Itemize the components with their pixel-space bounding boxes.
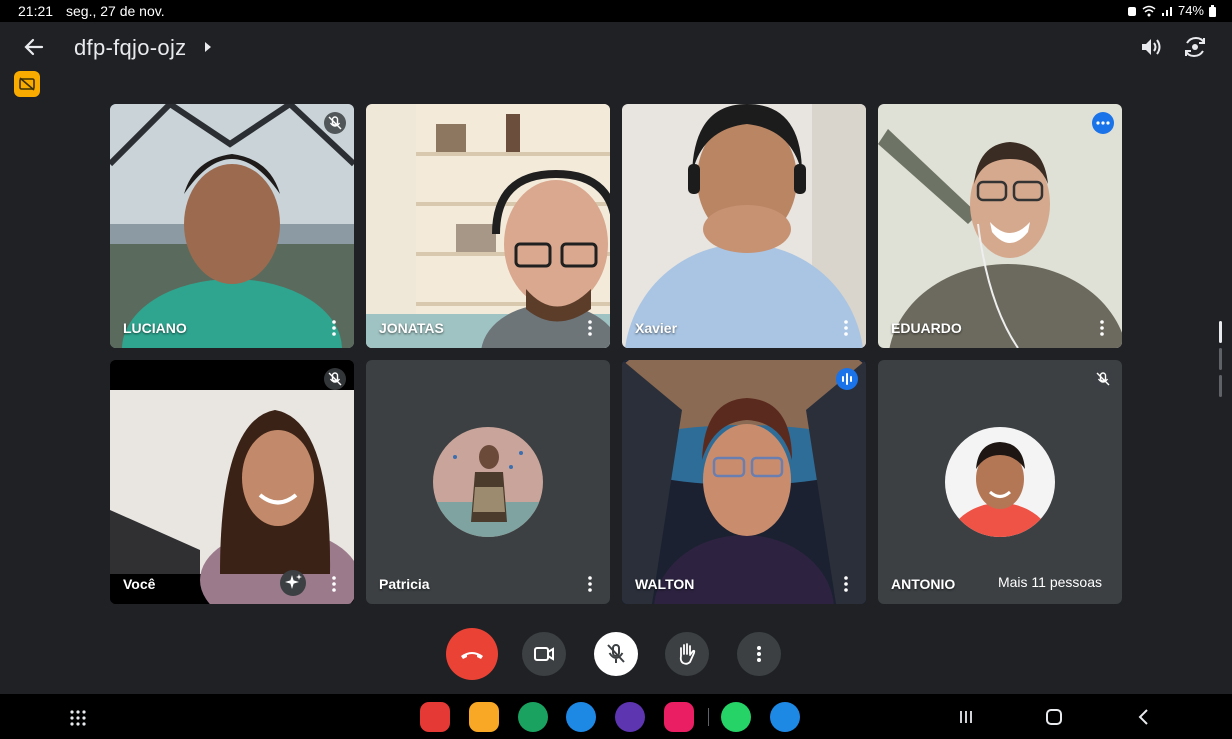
nav-back-icon[interactable] — [1137, 708, 1151, 726]
dock-separator — [708, 708, 709, 726]
mic-off-indicator — [324, 112, 346, 134]
page-indicator — [1219, 348, 1222, 370]
effects-button[interactable] — [280, 570, 306, 596]
more-people-button[interactable]: Mais 11 pessoas — [985, 568, 1114, 596]
page-indicator-active — [1219, 321, 1222, 343]
avatar — [945, 427, 1055, 537]
sparkle-icon — [285, 574, 302, 589]
phone-app-icon[interactable] — [518, 702, 548, 732]
avatar-image — [945, 427, 1055, 537]
participant-tile-self[interactable]: Você — [110, 360, 354, 604]
speaking-indicator — [836, 368, 858, 390]
participant-video — [622, 104, 866, 348]
mic-off-icon — [1096, 372, 1110, 386]
more-vert-icon[interactable] — [1092, 318, 1112, 338]
camera-app-icon[interactable] — [664, 702, 694, 732]
call-controls — [0, 628, 1232, 680]
audio-wave-icon — [842, 373, 852, 385]
battery-icon — [1209, 4, 1216, 17]
avatar — [433, 427, 543, 537]
status-bar: 21:21 seg., 27 de nov. 74% — [0, 0, 1232, 22]
participant-name: Xavier — [635, 320, 678, 336]
microphone-button[interactable] — [594, 632, 638, 676]
meeting-header: dfp-fqjo-ojz — [0, 22, 1232, 74]
mic-off-indicator — [324, 368, 346, 390]
captions-off-icon — [19, 77, 35, 91]
participant-video — [878, 104, 1122, 348]
participant-video — [622, 360, 866, 604]
status-right: 74% — [1127, 3, 1216, 18]
participant-video — [110, 104, 354, 348]
mic-off-icon — [328, 372, 342, 386]
participant-tile[interactable]: Patricia — [366, 360, 610, 604]
switch-camera-icon[interactable] — [1182, 34, 1208, 60]
hang-up-icon — [461, 652, 483, 659]
recents-icon[interactable] — [958, 709, 974, 725]
caret-right-icon[interactable] — [205, 42, 211, 52]
participant-tile[interactable]: Xavier — [622, 104, 866, 348]
wifi-icon — [1142, 5, 1156, 16]
back-arrow-icon[interactable] — [22, 35, 46, 59]
mic-off-icon — [607, 644, 625, 663]
participant-name: EDUARDO — [891, 320, 962, 336]
avatar-image — [433, 427, 543, 537]
navigation-bar — [0, 694, 1232, 739]
more-vert-icon[interactable] — [836, 318, 856, 338]
mic-off-icon — [328, 116, 342, 130]
messages-app-icon[interactable] — [566, 702, 596, 732]
participant-tile[interactable]: ANTONIO Mais 11 pessoas — [878, 360, 1122, 604]
more-options-button[interactable] — [737, 632, 781, 676]
hang-up-button[interactable] — [446, 628, 498, 680]
alarm-icon — [1127, 6, 1136, 16]
whatsapp-app-icon[interactable] — [721, 702, 751, 732]
participant-name: ANTONIO — [891, 576, 956, 592]
participant-video — [366, 104, 610, 348]
participant-name: WALTON — [635, 576, 695, 592]
more-vert-icon[interactable] — [324, 574, 344, 594]
participant-tile[interactable]: EDUARDO — [878, 104, 1122, 348]
status-time: 21:21 — [18, 3, 54, 19]
more-vert-icon[interactable] — [836, 574, 856, 594]
flipboard-app-icon[interactable] — [420, 702, 450, 732]
participant-tile-active-speaker[interactable]: WALTON — [622, 360, 866, 604]
more-vert-icon[interactable] — [580, 574, 600, 594]
participant-tile[interactable]: LUCIANO — [110, 104, 354, 348]
home-icon[interactable] — [1046, 709, 1062, 725]
dots-horizontal-icon — [1096, 121, 1110, 125]
more-vert-icon[interactable] — [324, 318, 344, 338]
hand-icon — [679, 643, 696, 665]
more-status-indicator — [1092, 112, 1114, 134]
status-date: seg., 27 de nov. — [66, 3, 165, 19]
battery-percent: 74% — [1177, 3, 1204, 18]
page-indicator — [1219, 375, 1222, 397]
participant-name: LUCIANO — [123, 320, 187, 336]
signal-icon — [1161, 6, 1172, 16]
videocam-icon — [534, 647, 554, 661]
participant-name: JONATAS — [379, 320, 444, 336]
participant-name: Você — [123, 576, 156, 592]
camera-button[interactable] — [522, 632, 566, 676]
more-vert-icon[interactable] — [580, 318, 600, 338]
internet-app-icon[interactable] — [615, 702, 645, 732]
upload-app-icon[interactable] — [770, 702, 800, 732]
files-app-icon[interactable] — [469, 702, 499, 732]
participant-tile[interactable]: JONATAS — [366, 104, 610, 348]
raise-hand-button[interactable] — [665, 632, 709, 676]
app-drawer-icon[interactable] — [68, 708, 88, 728]
mic-off-indicator — [1092, 368, 1114, 390]
speaker-icon[interactable] — [1138, 34, 1164, 60]
more-vert-icon — [757, 646, 761, 662]
self-video — [110, 360, 354, 604]
meeting-code[interactable]: dfp-fqjo-ojz — [74, 35, 186, 61]
participant-name: Patricia — [379, 576, 430, 592]
captions-off-badge[interactable] — [14, 71, 40, 97]
